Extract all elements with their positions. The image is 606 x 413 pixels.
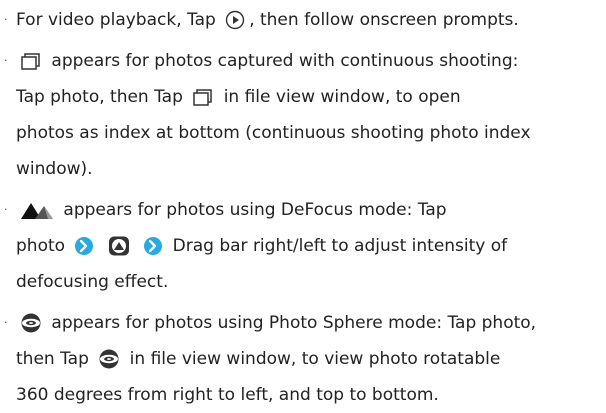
text-run: defocusing effect.	[16, 272, 169, 292]
text-line: 360 degrees from right to left, and top …	[4, 377, 602, 413]
defocus-mode-icon	[108, 236, 130, 256]
bullet-marker: ·	[4, 13, 8, 26]
bullet-item: · appears for photos captured with conti…	[4, 43, 602, 187]
instruction-document: · For video playback, Tap , then follow o…	[0, 0, 606, 405]
text-run: Tap photo, then Tap	[16, 87, 189, 107]
play-icon	[225, 10, 245, 30]
bullet-marker: ·	[4, 54, 8, 67]
text-run	[98, 228, 103, 264]
text-run: , then follow onscreen prompts.	[249, 10, 519, 30]
text-run: Drag bar right/left to adjust intensity …	[167, 236, 508, 256]
text-line: · appears for photos using Photo Sphere …	[4, 305, 602, 341]
continuous-shooting-icon	[20, 51, 42, 71]
defocus-icon	[20, 200, 54, 220]
bullet-item: · appears for photos using DeFocus mode:…	[4, 192, 602, 300]
photo-sphere-icon	[98, 349, 120, 369]
text-line: photo Drag bar right/left to adjust inte…	[4, 228, 602, 264]
bullet-marker: ·	[4, 316, 8, 329]
text-run: For video playback, Tap	[16, 10, 222, 30]
text-line: window).	[4, 151, 602, 187]
text-line: photos as index at bottom (continuous sh…	[4, 115, 602, 151]
text-line: · appears for photos captured with conti…	[4, 43, 602, 79]
text-run: in file view window, to open	[218, 87, 461, 107]
continuous-shooting-icon	[192, 87, 214, 107]
bullet-marker: ·	[4, 203, 8, 216]
bullet-item: · For video playback, Tap , then follow o…	[4, 2, 602, 38]
arrow-right-icon	[74, 236, 94, 256]
text-run: appears for photos using DeFocus mode: T…	[58, 200, 447, 220]
text-line: · appears for photos using DeFocus mode:…	[4, 192, 602, 228]
text-run: photo	[16, 236, 71, 256]
text-run: window).	[16, 159, 93, 179]
text-line: defocusing effect.	[4, 264, 602, 300]
text-run: 360 degrees from right to left, and top …	[16, 385, 439, 405]
bullet-item: · appears for photos using Photo Sphere …	[4, 305, 602, 413]
text-line: Tap photo, then Tap in file view window,…	[4, 79, 602, 115]
arrow-right-icon	[143, 236, 163, 256]
text-run	[134, 228, 139, 264]
text-line: · For video playback, Tap , then follow o…	[4, 2, 602, 38]
photo-sphere-icon	[20, 313, 42, 333]
text-run: appears for photos using Photo Sphere mo…	[46, 313, 537, 333]
text-run: appears for photos captured with continu…	[46, 51, 519, 71]
text-run: photos as index at bottom (continuous sh…	[16, 123, 531, 143]
